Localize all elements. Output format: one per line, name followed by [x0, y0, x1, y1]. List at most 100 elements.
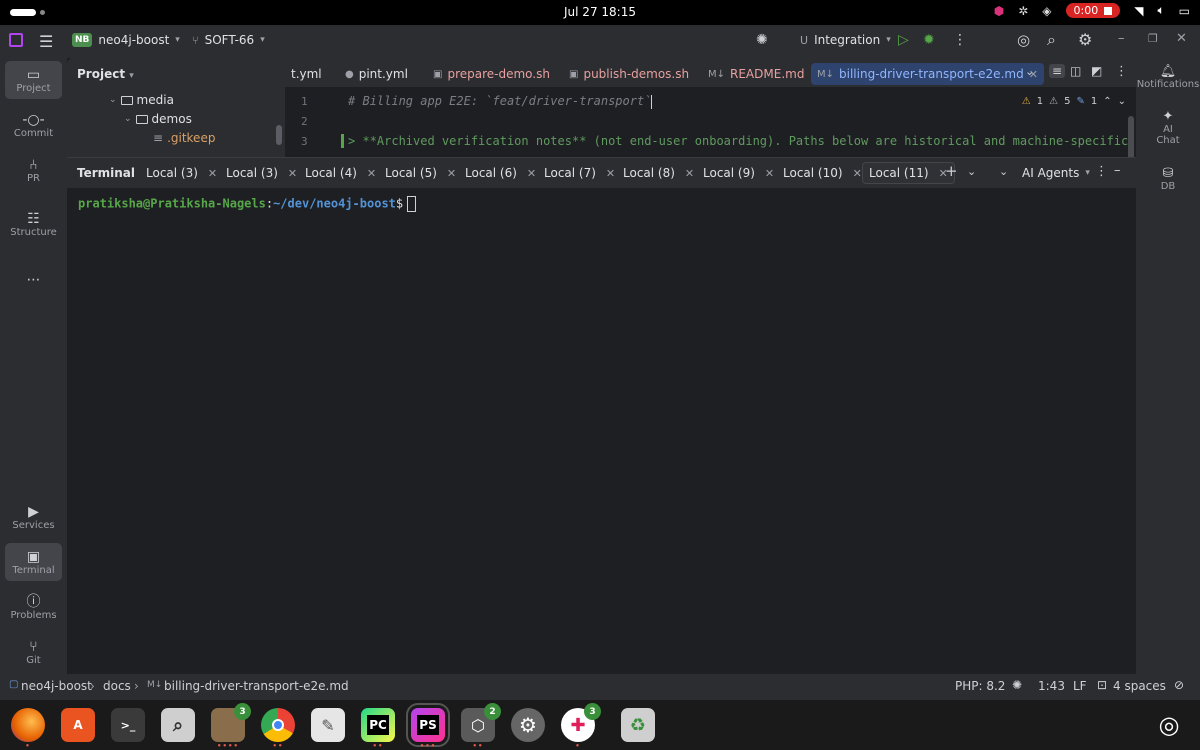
tool-commit[interactable]: -○- Commit [5, 106, 62, 144]
dock-app-files[interactable]: 3 •••• [211, 703, 251, 750]
tab-list-chevron-icon[interactable]: ⌄ [1025, 65, 1034, 78]
tool-terminal[interactable]: ▣ Terminal [5, 543, 62, 581]
settings-gear-icon[interactable]: ⚙ [1078, 30, 1092, 49]
dock-app-text-editor[interactable]: ✎ [311, 708, 345, 742]
dock-app-image-viewer[interactable]: ⌕ [161, 708, 195, 742]
debug-icon[interactable]: ✹ [923, 32, 935, 48]
close-tab-icon[interactable]: ✕ [527, 167, 536, 180]
dock-app-terminal[interactable]: >_ [111, 708, 145, 742]
tool-services[interactable]: ▶︎ Services [5, 498, 62, 536]
indicator-box-icon[interactable]: ◈ [1042, 4, 1051, 18]
breadcrumb-folder[interactable]: docs [103, 679, 131, 693]
tree-item-gitkeep[interactable]: ≡ .gitkeep [153, 131, 215, 145]
caret-position[interactable]: 1:43 [1038, 679, 1065, 693]
line-separator[interactable]: LF [1073, 679, 1087, 693]
breadcrumb-file[interactable]: billing-driver-transport-e2e.md [164, 679, 349, 693]
terminal-tab[interactable]: Local (8) ✕ [617, 162, 700, 184]
battery-icon[interactable]: ▭ [1179, 4, 1190, 18]
bug-icon[interactable]: ✺ [1012, 678, 1022, 692]
close-tab-icon[interactable]: ✕ [765, 167, 774, 180]
close-tab-icon[interactable]: ✕ [288, 167, 297, 180]
tool-structure[interactable]: ☷ Structure [5, 205, 62, 243]
tool-more[interactable]: ⋯ [5, 270, 62, 290]
editor-tab[interactable]: ▣ prepare-demo.sh [427, 63, 556, 85]
tool-db[interactable]: ⛁ DB [1136, 167, 1200, 192]
new-tab-plus-icon[interactable]: + [945, 162, 958, 180]
inspection-widget[interactable]: ⚠ 1 ⚠ 5 ✎ 1 ⌃ ⌄ [1022, 96, 1126, 107]
lock-icon[interactable]: ⊘ [1174, 678, 1184, 692]
indicator-app-icon[interactable]: ⬢ [994, 4, 1004, 18]
terminal-tab[interactable]: Local (7) ✕ [538, 162, 621, 184]
indicator-extension-icon[interactable]: ✲ [1018, 4, 1028, 18]
code-line-3[interactable]: > **Archived verification notes** (not e… [341, 134, 1136, 148]
editor-tab[interactable]: ● pint.yml [339, 63, 414, 85]
dock-app-pycharm[interactable]: PC •• [361, 708, 395, 750]
restore-window-icon[interactable]: ❐ [1148, 32, 1158, 45]
terminal-tab[interactable]: Local (4) ✕ [299, 162, 382, 184]
wifi-icon[interactable]: ◥ [1134, 4, 1143, 18]
main-menu-icon[interactable]: ☰ [39, 32, 53, 51]
ai-assistant-icon[interactable]: ◎ [1017, 31, 1030, 49]
tool-pr[interactable]: ⑃ PR [5, 151, 62, 189]
terminal-menu-chevron-icon[interactable]: ⌄ [999, 165, 1008, 178]
code-line-1[interactable]: # Billing app E2E: `feat/driver-transpor… [348, 94, 653, 109]
tool-problems[interactable]: ⓘ Problems [5, 588, 62, 626]
editor-more-icon[interactable]: ⋮ [1115, 64, 1128, 79]
terminal-tab[interactable]: Local (9) ✕ [697, 162, 780, 184]
ai-agents-dropdown[interactable]: AI Agents ▾ [1022, 166, 1090, 180]
run-configuration-selector[interactable]: U Integration ▾ [800, 33, 891, 47]
terminal-tab-active[interactable]: Local (11) ✕ [862, 162, 955, 184]
more-actions-icon[interactable]: ⋮ [953, 32, 967, 48]
editor-scrollbar[interactable] [1128, 116, 1134, 161]
editor-tab[interactable]: t.yml [285, 63, 328, 85]
search-icon[interactable]: ⌕ [1047, 30, 1056, 50]
branch-selector[interactable]: ⑂ SOFT-66 ▾ [192, 33, 265, 47]
dock-app-trash[interactable]: ♻ [621, 708, 655, 742]
tool-ai-chat[interactable]: ✦ AI Chat [1136, 110, 1200, 146]
split-view-icon[interactable]: ◫ [1070, 64, 1081, 78]
hide-panel-icon[interactable]: – [1114, 163, 1121, 178]
screen-recording-indicator[interactable]: 0:00 [1065, 3, 1121, 18]
volume-icon[interactable]: 🔈︎ [1157, 3, 1164, 18]
close-tab-icon[interactable]: ✕ [606, 167, 615, 180]
dock-app-center[interactable]: A [61, 708, 95, 742]
tool-notifications[interactable]: 🔔︎ Notifications [1136, 65, 1200, 90]
ide-logo-icon[interactable] [9, 33, 23, 47]
terminal-tab[interactable]: Local (6) ✕ [459, 162, 542, 184]
tree-item-media[interactable]: ⌄ media [109, 93, 174, 107]
terminal-tab[interactable]: Local (3) ✕ [220, 162, 303, 184]
dock-app-phpstorm[interactable]: PS ••• [406, 703, 450, 750]
dock-app-virtualbox[interactable]: ⬡ 2 •• [461, 703, 501, 750]
close-tab-icon[interactable]: ✕ [685, 167, 694, 180]
editor-mode-icon[interactable]: ≡ [1049, 64, 1066, 78]
project-selector[interactable]: NB neo4j-boost ▾ [72, 33, 180, 47]
close-window-icon[interactable]: ✕ [1176, 31, 1187, 46]
tool-git[interactable]: ⑂ Git [5, 633, 62, 671]
close-tab-icon[interactable]: ✕ [367, 167, 376, 180]
close-tab-icon[interactable]: ✕ [447, 167, 456, 180]
show-apps-button[interactable]: ◎ [1152, 708, 1186, 742]
editor-tab[interactable]: ▣ publish-demos.sh [563, 63, 695, 85]
minimize-window-icon[interactable]: – [1118, 31, 1125, 46]
tab-options-chevron-icon[interactable]: ⌄ [967, 165, 976, 178]
terminal-prompt[interactable]: pratiksha@Pratiksha-Nagels:~/dev/neo4j-b… [78, 196, 417, 212]
terminal-more-icon[interactable]: ⋮ [1095, 164, 1108, 179]
dock-app-slack[interactable]: ✚ 3 • [561, 703, 601, 750]
dock-app-settings[interactable]: ⚙ [511, 708, 545, 742]
dock-app-chrome[interactable]: •• [261, 708, 295, 750]
project-panel-header[interactable]: Project ▾ [77, 67, 134, 81]
preview-icon[interactable]: ◩ [1091, 64, 1102, 78]
breadcrumb-project[interactable]: neo4j-boost [21, 679, 92, 693]
php-version[interactable]: PHP: 8.2 [955, 679, 1005, 693]
editor-tab-active[interactable]: M↓ billing-driver-transport-e2e.md ✕ [811, 63, 1044, 85]
tree-item-demos[interactable]: ⌄ demos [124, 112, 192, 126]
editor-tab[interactable]: M↓ README.md [702, 63, 810, 85]
close-tab-icon[interactable]: ✕ [853, 167, 862, 180]
tool-project[interactable]: ▭ Project [5, 61, 62, 99]
close-tab-icon[interactable]: ✕ [208, 167, 217, 180]
previous-highlight-icon[interactable]: ⌃ [1103, 96, 1111, 107]
terminal-tab[interactable]: Local (3) ✕ [140, 162, 223, 184]
run-icon[interactable]: ▷ [898, 32, 909, 48]
debug-bug-icon[interactable]: ✺ [756, 32, 768, 48]
dock-app-firefox[interactable]: • [11, 708, 45, 750]
